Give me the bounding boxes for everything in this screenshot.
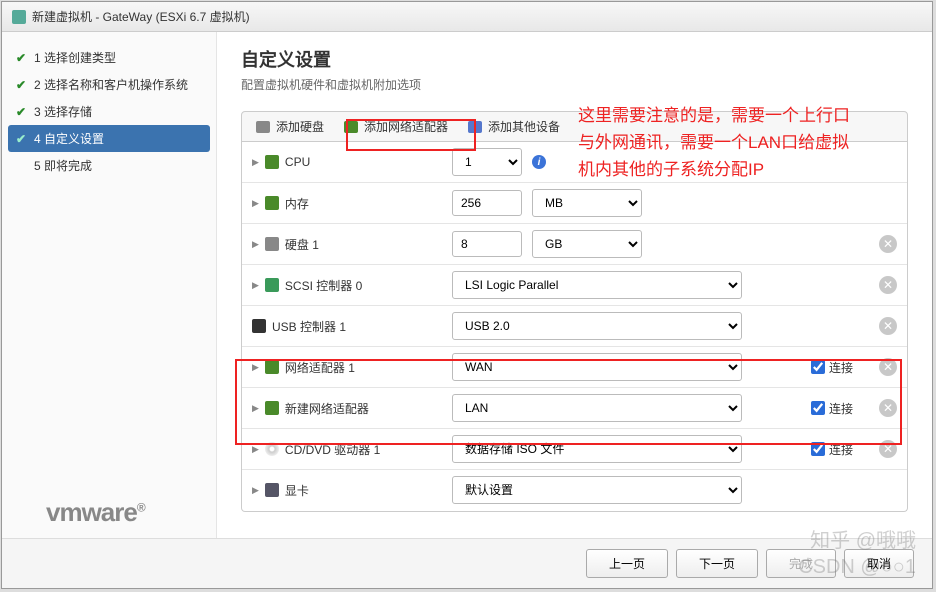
page-title: 自定义设置 [241,46,908,72]
step-4[interactable]: ✔4 自定义设置 [8,125,210,152]
nic-icon [265,401,279,415]
expand-icon[interactable]: ▶ [252,280,259,291]
window-titlebar: 新建虚拟机 - GateWay (ESXi 6.7 虚拟机) [2,2,932,32]
annotation-note: 这里需要注意的是，需要一个上行口与外网通讯，需要一个LAN口给虚拟机内其他的子系… [578,102,850,184]
hdd-size-input[interactable] [452,231,522,257]
step-1[interactable]: ✔1 选择创建类型 [2,44,216,71]
nic2-select[interactable]: LAN [452,394,742,422]
cd-icon [265,442,279,456]
info-icon[interactable]: i [532,155,546,169]
usb-icon [252,319,266,333]
remove-cd-button[interactable]: ✕ [879,440,897,458]
nic1-connect-checkbox[interactable]: 连接 [811,359,853,376]
expand-icon[interactable]: ▶ [252,485,259,496]
cpu-select[interactable]: 1 [452,148,522,176]
step-2[interactable]: ✔2 选择名称和客户机操作系统 [2,71,216,98]
step-3[interactable]: ✔3 选择存储 [2,98,216,125]
row-gpu: ▶显卡 默认设置 [242,470,907,510]
expand-icon[interactable]: ▶ [252,157,259,168]
row-memory: ▶内存 MB [242,183,907,224]
cd-select[interactable]: 数据存储 ISO 文件 [452,435,742,463]
row-scsi: ▶SCSI 控制器 0 LSI Logic Parallel✕ [242,265,907,306]
wizard-footer: 上一页 下一页 完成 取消 [2,538,932,588]
cd-connect-checkbox[interactable]: 连接 [811,441,853,458]
device-icon [468,121,482,133]
expand-icon[interactable]: ▶ [252,239,259,250]
memory-input[interactable] [452,190,522,216]
gpu-icon [265,483,279,497]
vm-icon [12,10,26,24]
row-usb: USB 控制器 1 USB 2.0✕ [242,306,907,347]
remove-hdd-button[interactable]: ✕ [879,235,897,253]
settings-panel: ▶CPU 1i ▶内存 MB ▶硬盘 1 GB✕ ▶SCSI 控制器 0 LSI… [241,142,908,512]
expand-icon[interactable]: ▶ [252,362,259,373]
gpu-select[interactable]: 默认设置 [452,476,742,504]
expand-icon[interactable]: ▶ [252,198,259,209]
nic1-select[interactable]: WAN [452,353,742,381]
hdd-icon [256,121,270,133]
remove-scsi-button[interactable]: ✕ [879,276,897,294]
next-button[interactable]: 下一页 [676,549,758,578]
vmware-logo: vmware® [46,497,145,528]
window-title: 新建虚拟机 - GateWay (ESXi 6.7 虚拟机) [32,8,250,25]
step-5[interactable]: 5 即将完成 [2,152,216,179]
expand-icon[interactable]: ▶ [252,444,259,455]
expand-icon[interactable]: ▶ [252,403,259,414]
prev-button[interactable]: 上一页 [586,549,668,578]
row-hdd: ▶硬盘 1 GB✕ [242,224,907,265]
wizard-sidebar: ✔1 选择创建类型 ✔2 选择名称和客户机操作系统 ✔3 选择存储 ✔4 自定义… [2,32,217,538]
row-nic-1: ▶网络适配器 1 WAN连接✕ [242,347,907,388]
watermark: 知乎 @哦哦CSDN @○○1 [798,528,916,580]
remove-nic2-button[interactable]: ✕ [879,399,897,417]
remove-nic1-button[interactable]: ✕ [879,358,897,376]
nic-icon [344,121,358,133]
memory-icon [265,196,279,210]
nic2-connect-checkbox[interactable]: 连接 [811,400,853,417]
add-other-button[interactable]: 添加其他设备 [468,118,560,135]
page-subtitle: 配置虚拟机硬件和虚拟机附加选项 [241,76,908,93]
cpu-icon [265,155,279,169]
nic-icon [265,360,279,374]
scsi-icon [265,278,279,292]
hdd-icon [265,237,279,251]
hdd-unit-select[interactable]: GB [532,230,642,258]
add-nic-button[interactable]: 添加网络适配器 [344,118,448,135]
add-hdd-button[interactable]: 添加硬盘 [256,118,324,135]
memory-unit-select[interactable]: MB [532,189,642,217]
row-nic-new: ▶新建网络适配器 LAN连接✕ [242,388,907,429]
row-cd: ▶CD/DVD 驱动器 1 数据存储 ISO 文件连接✕ [242,429,907,470]
usb-select[interactable]: USB 2.0 [452,312,742,340]
remove-usb-button[interactable]: ✕ [879,317,897,335]
scsi-select[interactable]: LSI Logic Parallel [452,271,742,299]
